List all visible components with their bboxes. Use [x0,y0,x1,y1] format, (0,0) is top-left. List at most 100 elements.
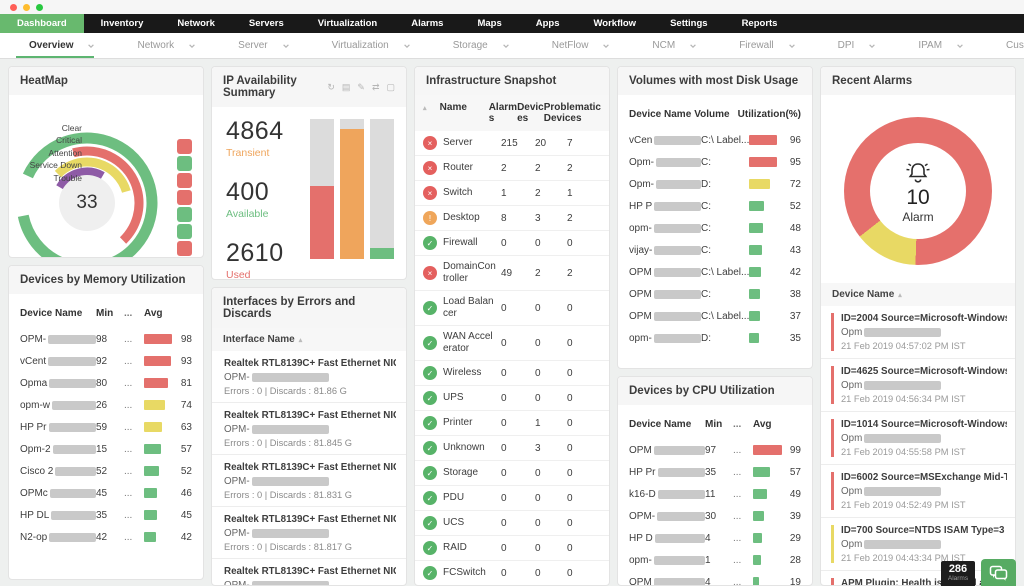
nav-item[interactable]: Settings [653,14,724,33]
nav-item[interactable]: Network [160,14,231,33]
table-row[interactable]: ✓ Storage 0 0 0 [415,461,609,486]
dashboard-tab[interactable]: Network [116,33,217,58]
nav-item[interactable]: Alarms [394,14,460,33]
chevron-down-icon[interactable] [689,42,697,50]
dashboard-tab[interactable]: Storage [432,33,531,58]
table-row[interactable]: HP Pr 35 ... 57 [629,461,801,483]
chevron-down-icon[interactable] [403,42,411,50]
table-row[interactable]: ✓ UCS 0 0 0 [415,511,609,536]
table-row[interactable]: N2-op 42 ... 42 [20,526,192,548]
dashboard-tab[interactable]: IPAM [897,33,985,58]
alarm-count-badge[interactable]: 286 Alarms [941,561,975,586]
close-window-button[interactable] [10,3,17,11]
dashboard-tab[interactable]: Custom [985,33,1024,58]
nav-item[interactable]: Reports [725,14,795,33]
dashboard-tab[interactable]: NCM [631,33,718,58]
maximize-window-button[interactable] [36,3,43,11]
heatmap-cell[interactable] [177,173,192,188]
table-row[interactable]: OPMc 45 ... 46 [20,482,192,504]
interface-list-item[interactable]: Realtek RTL8139C+ Fast Ethernet NIC #3-N… [212,403,406,455]
table-row[interactable]: HP Pr 59 ... 63 [20,416,192,438]
table-row[interactable]: ✓ RAID 0 0 0 [415,536,609,561]
chevron-down-icon[interactable] [502,42,510,50]
chevron-down-icon[interactable] [788,42,796,50]
table-row[interactable]: Opm- D: 72 [629,173,801,195]
table-row[interactable]: Opm- C: 95 [629,151,801,173]
table-row[interactable]: OPM 97 ... 99 [629,439,801,461]
table-row[interactable]: vijay- C: 43 [629,239,801,261]
table-row[interactable]: OPM- 30 ... 39 [629,505,801,527]
device-name-sort-header[interactable]: Device Name ▴ [821,283,1015,306]
dashboard-tab[interactable]: Virtualization [311,33,432,58]
alarm-list-item[interactable]: ID=1014 Source=Microsoft-Windows-DNS-Cli… [821,412,1015,465]
interface-name-sort-header[interactable]: Interface Name ▴ [212,328,406,351]
heatmap-cell[interactable] [177,207,192,222]
table-row[interactable]: HP P C: 52 [629,195,801,217]
nav-item[interactable]: Apps [519,14,577,33]
table-row[interactable]: OPM C: 38 [629,283,801,305]
dashboard-tab[interactable]: Firewall [718,33,816,58]
dashboard-tab[interactable]: NetFlow [531,33,632,58]
interface-list-item[interactable]: Realtek RTL8139C+ Fast Ethernet NIC #3-W… [212,507,406,559]
table-row[interactable]: OPM- 98 ... 98 [20,328,192,350]
alarm-list-item[interactable]: ID=2004 Source=Microsoft-Windows-Resourc… [821,306,1015,359]
delete-icon[interactable]: ▢ [386,82,395,93]
chevron-down-icon[interactable] [87,42,95,50]
interface-list-item[interactable]: Realtek RTL8139C+ Fast Ethernet NIC #3-W… [212,455,406,507]
table-row[interactable]: ✓ WAN Accelerator 0 0 0 [415,326,609,361]
dashboard-tab[interactable]: Overview [8,33,116,58]
table-row[interactable]: opm- D: 35 [629,327,801,349]
chevron-down-icon[interactable] [956,42,964,50]
table-row[interactable]: OPM 4 ... 19 [629,571,801,585]
sort-icon[interactable]: ▴ [423,105,427,112]
table-row[interactable]: ✓ FCSwitch 0 0 0 [415,561,609,585]
table-row[interactable]: Opma 80 ... 81 [20,372,192,394]
table-row[interactable]: HP DL 35 ... 45 [20,504,192,526]
table-row[interactable]: × DomainController 49 2 2 [415,256,609,291]
chevron-down-icon[interactable] [188,42,196,50]
nav-item[interactable]: Dashboard [0,14,84,33]
table-row[interactable]: OPM C:\ Label... 37 [629,305,801,327]
table-row[interactable]: × Server 215 20 7 [415,131,609,156]
table-row[interactable]: ✓ Wireless 0 0 0 [415,361,609,386]
table-row[interactable]: ✓ Printer 0 1 0 [415,411,609,436]
table-row[interactable]: OPM C:\ Label... 42 [629,261,801,283]
alarm-list-item[interactable]: ID=4625 Source=Microsoft-Windows-Securit… [821,359,1015,412]
table-row[interactable]: opm-w 26 ... 74 [20,394,192,416]
nav-item[interactable]: Workflow [577,14,654,33]
chat-support-button[interactable] [981,559,1016,586]
heatmap-cell[interactable] [177,241,192,256]
nav-item[interactable]: Servers [232,14,301,33]
nav-item[interactable]: Inventory [84,14,161,33]
table-row[interactable]: k16-D 11 ... 49 [629,483,801,505]
table-row[interactable]: ✓ UPS 0 0 0 [415,386,609,411]
dashboard-tab[interactable]: DPI [817,33,898,58]
edit-icon[interactable]: ✎ [357,82,365,93]
interface-list-item[interactable]: Realtek RTL8139C+ Fast Ethernet NIC #3-N… [212,351,406,403]
table-row[interactable]: ! Desktop 8 3 2 [415,206,609,231]
nav-item[interactable]: Maps [460,14,518,33]
refresh-icon[interactable]: ↻ [327,82,335,93]
table-row[interactable]: ✓ Firewall 0 0 0 [415,231,609,256]
alarm-list-item[interactable]: ID=6002 Source=MSExchange Mid-Tier Stora… [821,465,1015,518]
heatmap-cell[interactable] [177,156,192,171]
table-row[interactable]: ✓ Unknown 0 3 0 [415,436,609,461]
minimize-window-button[interactable] [23,3,30,11]
clone-icon[interactable]: ⇄ [372,82,380,93]
table-row[interactable]: vCen C:\ Label... 96 [629,129,801,151]
table-row[interactable]: ✓ PDU 0 0 0 [415,486,609,511]
heatmap-cell[interactable] [177,139,192,154]
chevron-down-icon[interactable] [602,42,610,50]
table-row[interactable]: × Router 2 2 2 [415,156,609,181]
dashboard-tab[interactable]: Server [217,33,310,58]
heatmap-cell[interactable] [177,190,192,205]
table-row[interactable]: opm- C: 48 [629,217,801,239]
table-row[interactable]: opm- 1 ... 28 [629,549,801,571]
interface-list-item[interactable]: Realtek RTL8139C+ Fast Ethernet NIC #3-E… [212,559,406,585]
table-row[interactable]: HP D 4 ... 29 [629,527,801,549]
chevron-down-icon[interactable] [868,42,876,50]
report-icon[interactable]: ▤ [342,82,351,93]
table-row[interactable]: vCent 92 ... 93 [20,350,192,372]
table-row[interactable]: Cisco 2 52 ... 52 [20,460,192,482]
table-row[interactable]: Opm-2 15 ... 57 [20,438,192,460]
